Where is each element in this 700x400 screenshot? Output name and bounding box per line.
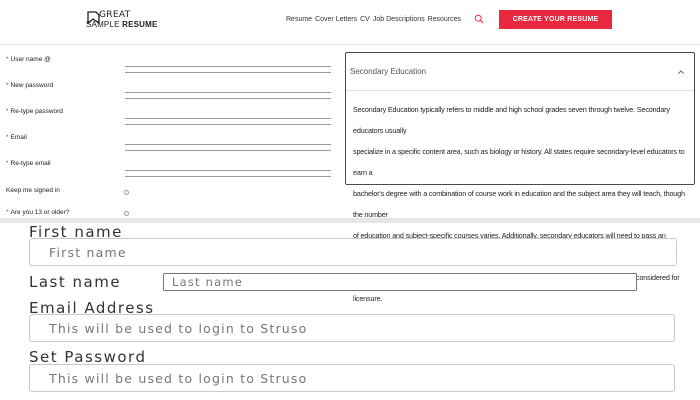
accordion-body-line: specialize in a specific content area, s… xyxy=(353,147,685,177)
email-address-input[interactable] xyxy=(29,314,675,342)
site-header: GREAT SAMPLE RESUME Resume Cover Letters… xyxy=(0,0,700,42)
retype-password-field[interactable] xyxy=(125,118,331,119)
accordion-divider xyxy=(346,90,694,91)
age-check-label: * Are you 13 or older? xyxy=(6,209,70,216)
last-name-label: Last name xyxy=(29,273,122,291)
logo-text-great: GREAT xyxy=(99,10,131,20)
retype-email-field-underline xyxy=(125,176,331,177)
first-name-input[interactable] xyxy=(29,238,677,266)
header-divider xyxy=(0,44,700,45)
username-label: * User name @ xyxy=(6,56,51,63)
retype-password-field-underline xyxy=(125,124,331,125)
keep-signed-in-label: Keep me signed in xyxy=(6,187,60,194)
email-label: * Email xyxy=(6,134,27,141)
username-field-underline xyxy=(125,72,331,73)
accordion-title[interactable]: Secondary Education xyxy=(350,67,426,76)
chevron-up-icon[interactable] xyxy=(677,68,685,76)
new-password-label: * New password xyxy=(6,82,54,89)
age-check-checkbox[interactable] xyxy=(124,211,129,216)
nav-item-resume[interactable]: Resume xyxy=(286,16,312,28)
nav-item-resources[interactable]: Resources xyxy=(428,16,461,28)
nav-item-job-descriptions[interactable]: Job Descriptions xyxy=(373,16,425,28)
username-field[interactable] xyxy=(125,66,331,67)
retype-password-label: * Re-type password xyxy=(6,108,63,115)
create-resume-button[interactable]: CREATE YOUR RESUME xyxy=(499,10,612,29)
logo-text-sample-resume: SAMPLE RESUME xyxy=(86,20,158,29)
new-password-field-underline xyxy=(125,98,331,99)
set-password-input[interactable] xyxy=(29,364,675,392)
new-password-field[interactable] xyxy=(125,92,331,93)
main-nav: Resume Cover Letters CV Job Descriptions… xyxy=(286,16,461,28)
email-field-underline xyxy=(125,150,331,151)
nav-item-cover-letters[interactable]: Cover Letters xyxy=(315,16,357,28)
site-logo[interactable]: GREAT SAMPLE RESUME xyxy=(86,10,166,30)
accordion-body-line: Secondary Education typically refers to … xyxy=(353,105,670,135)
email-field[interactable] xyxy=(125,144,331,145)
retype-email-field[interactable] xyxy=(125,170,331,171)
search-icon[interactable] xyxy=(474,14,484,24)
keep-signed-in-checkbox[interactable] xyxy=(124,190,129,195)
nav-item-cv[interactable]: CV xyxy=(360,16,370,28)
retype-email-label: * Re-type email xyxy=(6,160,51,167)
last-name-input[interactable] xyxy=(163,273,637,291)
